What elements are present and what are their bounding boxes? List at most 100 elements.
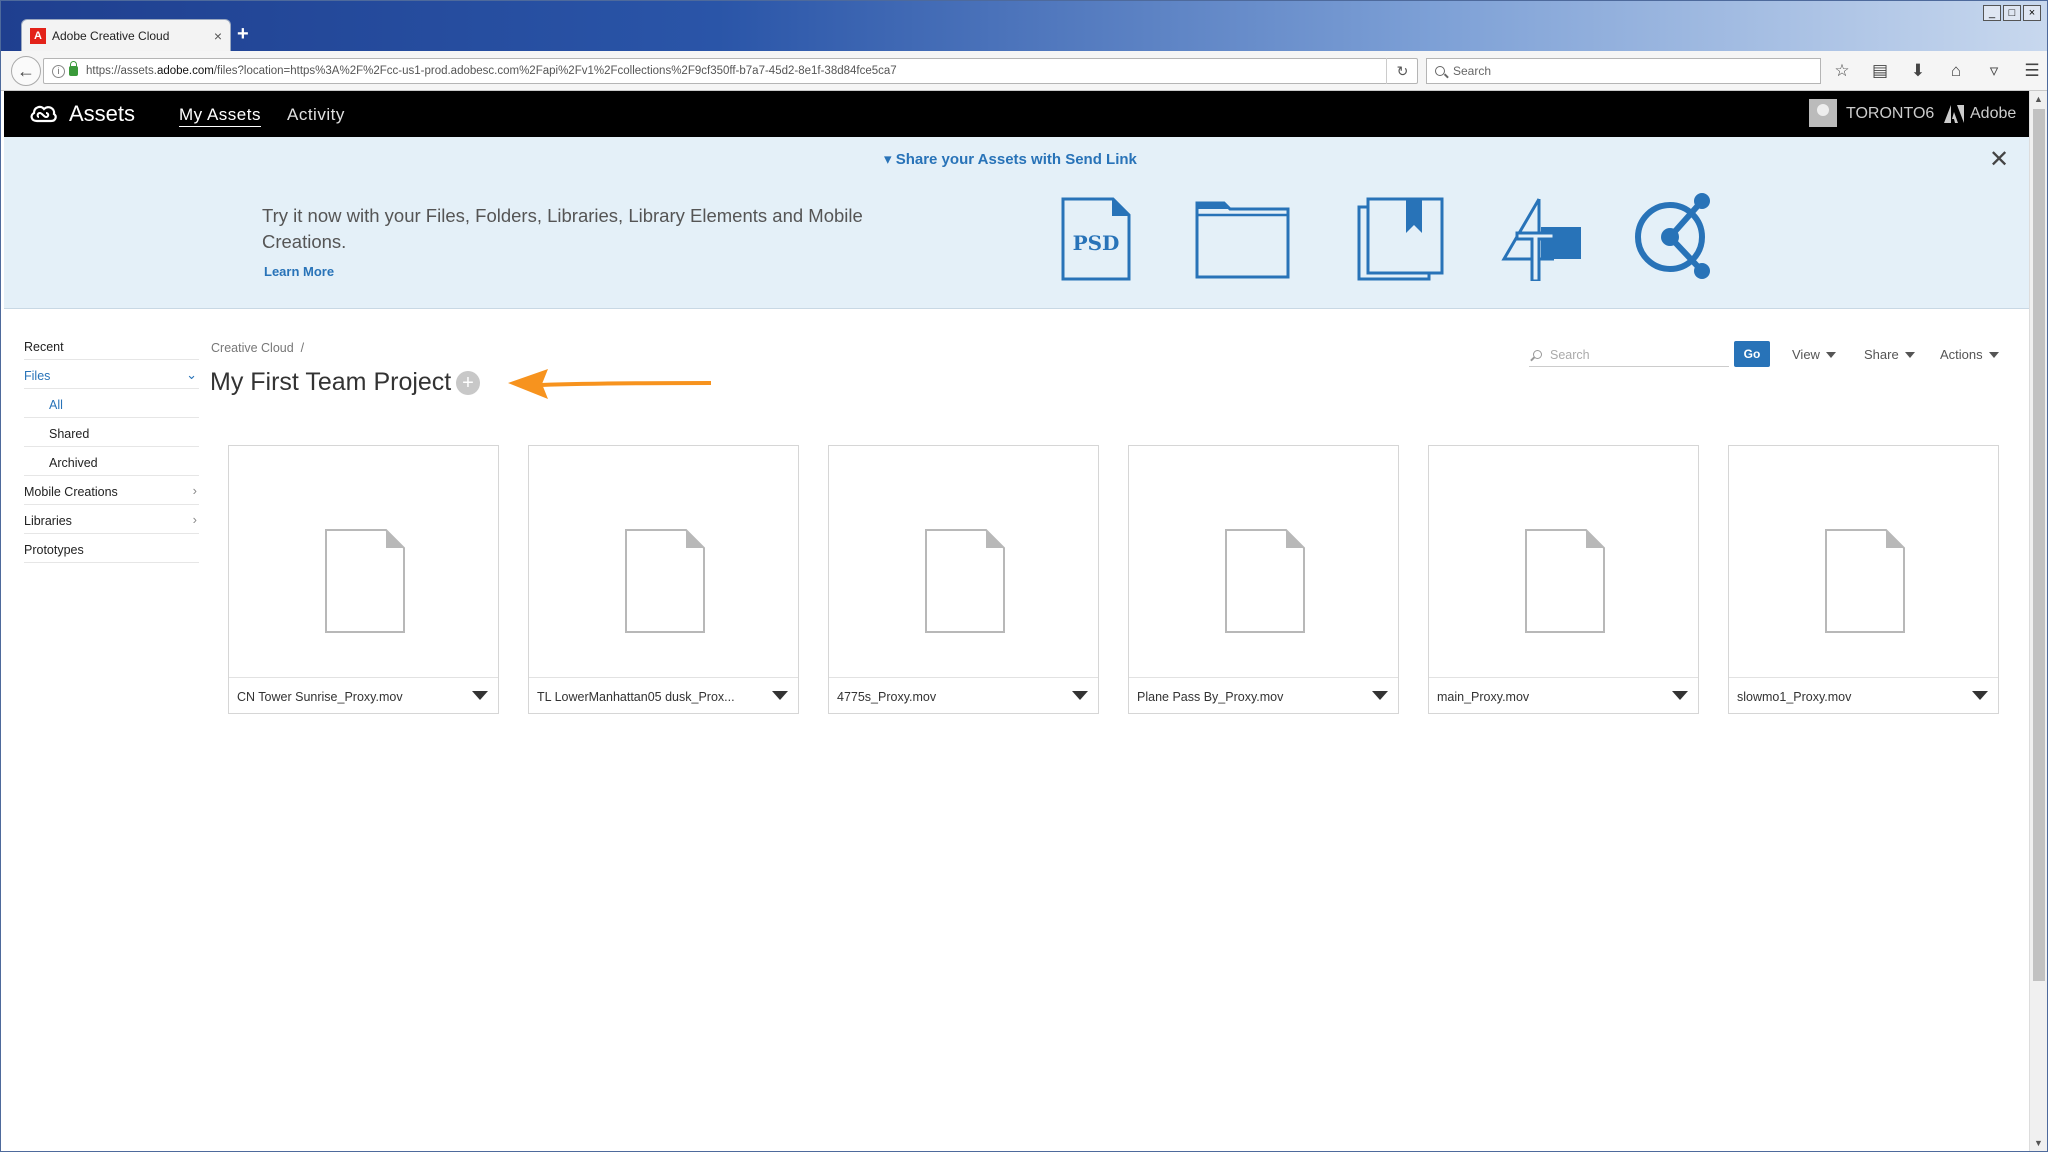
file-thumbnail[interactable] <box>1129 446 1398 678</box>
mobile-creation-icon <box>1635 193 1710 279</box>
nav-my-assets[interactable]: My Assets <box>179 105 261 127</box>
maximize-button[interactable]: □ <box>2003 5 2021 21</box>
url-domain: adobe.com <box>156 65 214 77</box>
file-name[interactable]: slowmo1_Proxy.mov <box>1737 690 1967 704</box>
banner-title[interactable]: ▾ Share your Assets with Send Link <box>884 150 1137 168</box>
minimize-button[interactable]: _ <box>1983 5 2001 21</box>
file-name[interactable]: Plane Pass By_Proxy.mov <box>1137 690 1367 704</box>
file-name[interactable]: CN Tower Sunrise_Proxy.mov <box>237 690 467 704</box>
user-name[interactable]: TORONTO6 <box>1846 105 1934 123</box>
avatar[interactable] <box>1809 99 1837 127</box>
file-menu-caret-icon[interactable] <box>1072 691 1088 700</box>
generic-file-icon <box>625 529 705 633</box>
url-prefix: https://assets. <box>86 65 157 77</box>
lock-icon <box>69 61 78 76</box>
file-menu-caret-icon[interactable] <box>1372 691 1388 700</box>
chevron-right-icon: › <box>192 512 197 527</box>
adobe-favicon-icon: A <box>30 27 46 44</box>
home-icon[interactable]: ⌂ <box>1945 59 1967 83</box>
new-tab-button[interactable]: + <box>237 23 249 46</box>
window-controls: _ □ × <box>1983 5 2041 21</box>
vertical-scrollbar[interactable]: ▲ ▼ <box>2029 91 2047 1151</box>
scroll-up-icon[interactable]: ▲ <box>2034 94 2043 104</box>
adobe-brand-link[interactable]: Adobe <box>1944 105 2016 123</box>
adobe-brand-label: Adobe <box>1970 105 2017 122</box>
sidebar-item-recent[interactable]: Recent <box>24 331 199 360</box>
sidebar-item-label: Libraries <box>24 514 72 528</box>
library-icon <box>1357 197 1444 281</box>
scroll-down-icon[interactable]: ▼ <box>2034 1138 2043 1148</box>
close-icon[interactable]: ✕ <box>1989 145 2009 174</box>
sidebar-item-libraries[interactable]: Libraries › <box>24 505 199 534</box>
file-thumbnail[interactable] <box>1429 446 1698 678</box>
caret-down-icon <box>1988 351 1999 358</box>
browser-window: A Adobe Creative Cloud × + _ □ × ← i htt… <box>0 0 2048 1152</box>
file-menu-caret-icon[interactable] <box>1672 691 1688 700</box>
sidebar-item-all[interactable]: All <box>24 389 199 418</box>
page-title: My First Team Project <box>210 368 452 396</box>
generic-file-icon <box>1825 529 1905 633</box>
sidebar-item-mobile-creations[interactable]: Mobile Creations › <box>24 476 199 505</box>
sidebar: Recent Files ⌄ All Shared Archived Mobile… <box>24 331 199 563</box>
psd-file-icon: PSD <box>1061 197 1131 281</box>
back-button[interactable]: ← <box>11 56 41 86</box>
sidebar-item-shared[interactable]: Shared <box>24 418 199 447</box>
actions-dropdown[interactable]: Actions <box>1940 347 1999 362</box>
reload-icon[interactable]: ↻ <box>1386 58 1418 84</box>
file-card[interactable]: main_Proxy.mov <box>1428 445 1699 714</box>
file-card[interactable]: TL LowerManhattan05 dusk_Prox... <box>528 445 799 714</box>
go-button[interactable]: Go <box>1734 341 1770 367</box>
file-name[interactable]: main_Proxy.mov <box>1437 690 1667 704</box>
asset-search-input[interactable]: Search <box>1529 343 1729 367</box>
adobe-logo-icon <box>1944 105 1964 123</box>
file-thumbnail[interactable] <box>229 446 498 678</box>
url-bar[interactable]: i https://assets. adobe.com/files?locatio… <box>43 58 1418 84</box>
pocket-icon[interactable]: ▿ <box>1983 59 2005 83</box>
share-dropdown[interactable]: Share <box>1864 347 1915 362</box>
file-thumbnail[interactable] <box>529 446 798 678</box>
app-header: Assets My Assets Activity TORONTO6 Adobe <box>4 91 2029 137</box>
tab-close-icon[interactable]: × <box>214 28 222 44</box>
tab-title: Adobe Creative Cloud <box>52 28 170 43</box>
learn-more-link[interactable]: Learn More <box>264 264 334 279</box>
nav-activity[interactable]: Activity <box>287 105 345 125</box>
sidebar-item-archived[interactable]: Archived <box>24 447 199 476</box>
bookmark-star-icon[interactable]: ☆ <box>1831 59 1853 83</box>
file-thumbnail[interactable] <box>829 446 1098 678</box>
reading-list-icon[interactable]: ▤ <box>1869 59 1891 83</box>
file-name[interactable]: 4775s_Proxy.mov <box>837 690 1067 704</box>
file-name[interactable]: TL LowerManhattan05 dusk_Prox... <box>537 690 767 704</box>
menu-hamburger-icon[interactable]: ☰ <box>2021 59 2043 83</box>
share-label: Share <box>1864 347 1899 362</box>
info-icon[interactable]: i <box>52 64 65 78</box>
sidebar-item-prototypes[interactable]: Prototypes <box>24 534 199 563</box>
sidebar-item-label: Archived <box>49 456 98 470</box>
file-menu-caret-icon[interactable] <box>472 691 488 700</box>
file-card[interactable]: Plane Pass By_Proxy.mov <box>1128 445 1399 714</box>
download-icon[interactable]: ⬇ <box>1907 59 1929 83</box>
close-window-button[interactable]: × <box>2023 5 2041 21</box>
psd-label: PSD <box>1073 231 1120 255</box>
add-collaborator-button[interactable]: + <box>456 371 480 395</box>
url-path: /files?location=https%3A%2F%2Fcc-us1-pro… <box>213 65 897 77</box>
view-label: View <box>1792 347 1820 362</box>
file-menu-caret-icon[interactable] <box>772 691 788 700</box>
file-thumbnail[interactable] <box>1729 446 1998 678</box>
breadcrumb[interactable]: Creative Cloud / <box>211 341 304 355</box>
view-dropdown[interactable]: View <box>1792 347 1836 362</box>
file-card[interactable]: slowmo1_Proxy.mov <box>1728 445 1999 714</box>
scrollbar-thumb[interactable] <box>2033 109 2045 981</box>
browser-tab[interactable]: A Adobe Creative Cloud × <box>21 19 231 51</box>
file-menu-caret-icon[interactable] <box>1972 691 1988 700</box>
sidebar-item-label: Mobile Creations <box>24 485 118 499</box>
sidebar-item-label: Shared <box>49 427 90 441</box>
sidebar-item-label: Recent <box>24 340 64 354</box>
file-card[interactable]: 4775s_Proxy.mov <box>828 445 1099 714</box>
sidebar-item-files[interactable]: Files ⌄ <box>24 360 199 389</box>
file-card[interactable]: CN Tower Sunrise_Proxy.mov <box>228 445 499 714</box>
browser-search-input[interactable]: Search <box>1426 58 1821 84</box>
send-link-banner: ▾ Share your Assets with Send Link ✕ Try… <box>4 137 2029 309</box>
browser-navbar: ← i https://assets. adobe.com/files?locat… <box>1 51 2047 91</box>
library-element-icon <box>1501 198 1581 281</box>
sidebar-item-label: Files <box>24 369 51 383</box>
